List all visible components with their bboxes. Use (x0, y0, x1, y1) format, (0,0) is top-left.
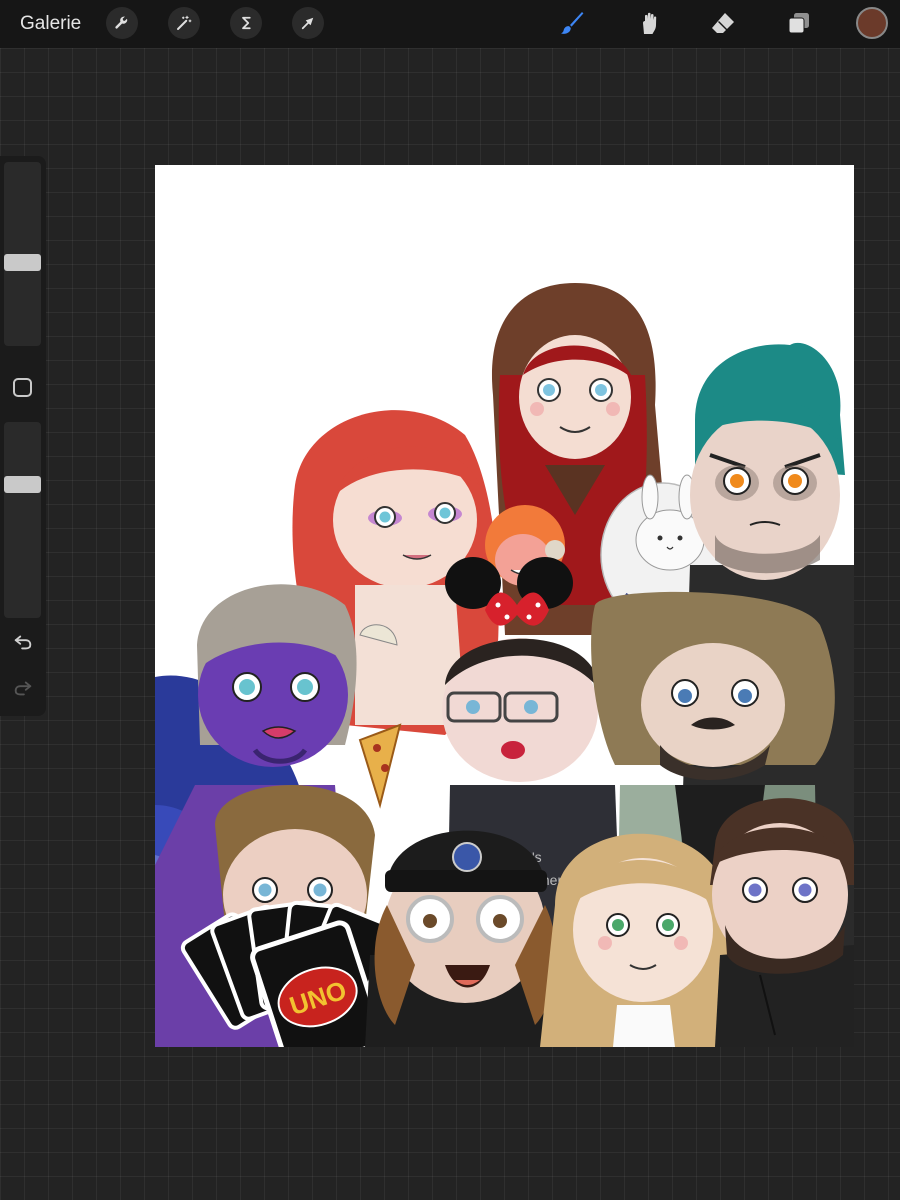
beanie-character (365, 830, 560, 1047)
modify-square-icon[interactable] (13, 378, 32, 397)
magic-wand-icon[interactable] (168, 7, 200, 39)
bearded-character (710, 798, 854, 1047)
layers-icon[interactable] (784, 8, 814, 38)
gallery-button[interactable]: Galerie (20, 12, 81, 36)
brush-size-slider-thumb[interactable] (4, 253, 41, 271)
brush-icon[interactable] (557, 8, 587, 38)
selection-s-icon[interactable] (230, 7, 262, 39)
artwork-illustration: y's mer (155, 283, 854, 1047)
top-toolbar: Galerie (0, 0, 900, 48)
arrow-transform-icon[interactable] (292, 7, 324, 39)
drawing-canvas[interactable]: y's mer (155, 165, 854, 1047)
undo-icon[interactable] (11, 630, 35, 654)
opacity-slider[interactable] (4, 422, 41, 618)
eraser-icon[interactable] (708, 8, 738, 38)
wrench-icon[interactable] (106, 7, 138, 39)
left-sidebar (0, 156, 46, 716)
redo-icon[interactable] (11, 676, 35, 700)
opacity-slider-thumb[interactable] (4, 475, 41, 493)
smudge-icon[interactable] (633, 8, 663, 38)
color-swatch-button[interactable] (856, 7, 888, 39)
